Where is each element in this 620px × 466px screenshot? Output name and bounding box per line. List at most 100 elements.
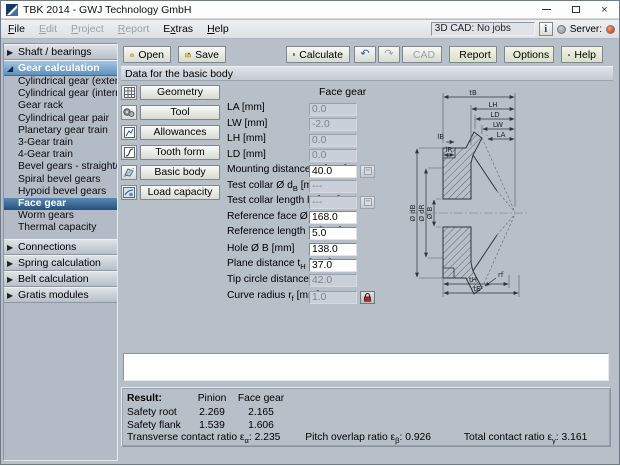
toolbar: Open Save Calculate ↶ ↷ CAD xyxy=(121,46,613,64)
sidebar-item-face-gear[interactable]: Face gear xyxy=(4,198,117,210)
nav-basic-body-button[interactable]: Basic body xyxy=(140,165,220,180)
sidebar-section-spring-calculation[interactable]: ▶Spring calculation xyxy=(4,255,117,271)
basic-body-icon xyxy=(121,165,137,180)
menu-edit: Edit xyxy=(32,21,64,37)
plane-distance-field[interactable] xyxy=(309,259,357,272)
hole-diameter-field[interactable] xyxy=(309,243,357,256)
calculate-button[interactable]: Calculate xyxy=(286,46,350,63)
sidebar-section-belt-calculation[interactable]: ▶Belt calculation xyxy=(4,271,117,287)
nav-tooth-form-button[interactable]: Tooth form xyxy=(140,145,220,160)
sidebar-item-gear-rack[interactable]: Gear rack xyxy=(4,100,117,112)
sidebar-item-spiral-bevel-gears[interactable]: Spiral bevel gears xyxy=(4,174,117,186)
redo-button: ↷ xyxy=(378,46,400,63)
field-row-la: LA [mm] xyxy=(227,102,357,116)
chevron-right-icon: ▶ xyxy=(7,256,13,271)
menu-help[interactable]: Help xyxy=(200,21,236,37)
redo-icon: ↷ xyxy=(384,49,393,60)
nav-tool-button[interactable]: Tool xyxy=(140,105,220,120)
nav-allowances-button[interactable]: Allowances xyxy=(140,125,220,140)
sidebar-item-planetary-gear-train[interactable]: Planetary gear train xyxy=(4,125,117,137)
field-row-tip-circle-distance: Tip circle distance tE [mm] xyxy=(227,274,357,288)
lh-field xyxy=(309,134,357,147)
mounting-distance-field[interactable] xyxy=(309,165,357,178)
sidebar-section-shaft-bearings[interactable]: ▶Shaft / bearings xyxy=(4,44,117,60)
test-collar-diameter-field xyxy=(309,180,357,193)
dim-label-d-b: Ø dB xyxy=(409,204,417,221)
cad-status-led xyxy=(557,25,566,34)
maximize-button[interactable] xyxy=(561,1,590,19)
undo-icon: ↶ xyxy=(360,49,369,60)
result-title: Result: xyxy=(127,393,189,404)
sidebar-item-cylindrical-gear-pair[interactable]: Cylindrical gear pair xyxy=(4,113,117,125)
server-status-led xyxy=(606,25,615,34)
close-button[interactable]: × xyxy=(590,1,619,19)
sidebar-item-4-gear-train[interactable]: 4-Gear train xyxy=(4,149,117,161)
field-row-ld: LD [mm] xyxy=(227,149,357,163)
tool-icon xyxy=(121,105,137,120)
help-button[interactable]: Help xyxy=(561,46,603,63)
sidebar-item-cylindrical-gear-external[interactable]: Cylindrical gear (external) xyxy=(4,76,117,88)
chevron-expanded-icon: ◢ xyxy=(7,61,13,76)
undo-button[interactable]: ↶ xyxy=(354,46,376,63)
options-button[interactable]: Options xyxy=(504,46,554,63)
title-bar: TBK 2014 - GWJ Technology GmbH × xyxy=(1,1,619,19)
info-button[interactable]: i xyxy=(539,22,553,36)
field-row-hole: Hole Ø B [mm] xyxy=(227,243,357,257)
module-sidebar: ▶Shaft / bearings ◢Gear calculation Cyli… xyxy=(3,43,118,461)
sidebar-section-gear-calculation[interactable]: ◢Gear calculation xyxy=(4,60,117,76)
lw-field xyxy=(309,118,357,131)
window-title: TBK 2014 - GWJ Technology GmbH xyxy=(23,4,191,16)
chevron-right-icon: ▶ xyxy=(7,45,13,60)
report-button[interactable]: Report xyxy=(449,46,497,63)
total-contact-ratio: Total contact ratio εγ: 3.161 xyxy=(464,432,587,445)
dim-label-lr: lR xyxy=(446,146,453,154)
sidebar-item-bevel-gears[interactable]: Bevel gears - straight/helical xyxy=(4,161,117,173)
reference-face-field[interactable] xyxy=(309,211,357,224)
menu-bar: File Edit Project Report Extras Help 3D … xyxy=(1,20,619,39)
menu-report: Report xyxy=(111,21,157,37)
save-button[interactable]: Save xyxy=(178,46,226,63)
dim-label-ld: LD xyxy=(490,111,499,119)
field-row-lh: LH [mm] xyxy=(227,133,357,147)
result-panel: Result: Pinion Face gear Safety root 2.2… xyxy=(121,387,611,447)
contact-ratio-line: Transverse contact ratio εα: 2.235 Pitch… xyxy=(127,432,587,445)
dim-label-lh: LH xyxy=(488,101,497,109)
menu-file[interactable]: File xyxy=(1,21,32,37)
app-logo-icon xyxy=(6,4,18,16)
curve-radius-lock-button[interactable] xyxy=(360,291,375,304)
load-capacity-icon xyxy=(121,185,137,200)
field-row-mounting-distance: Mounting distance tB [mm] xyxy=(227,164,375,178)
column-header-face-gear: Face gear xyxy=(319,86,366,98)
sidebar-item-worm-gears[interactable]: Worm gears xyxy=(4,210,117,222)
sidebar-item-cylindrical-gear-internal[interactable]: Cylindrical gear (internal) xyxy=(4,88,117,100)
minimize-button[interactable] xyxy=(532,1,561,19)
sidebar-section-connections[interactable]: ▶Connections xyxy=(4,239,117,255)
open-button[interactable]: Open xyxy=(123,46,171,63)
app-window: TBK 2014 - GWJ Technology GmbH × File Ed… xyxy=(0,0,620,465)
cad-button: CAD xyxy=(402,46,442,63)
ld-field xyxy=(309,149,357,162)
reference-length-field[interactable] xyxy=(309,227,357,240)
dim-label-rf: rf xyxy=(498,271,504,279)
sidebar-item-hypoid-bevel-gears[interactable]: Hypoid bevel gears xyxy=(4,186,117,198)
sidebar-item-thermal-capacity[interactable]: Thermal capacity xyxy=(4,222,117,234)
field-row-reference-face: Reference face Ø dR [mm] xyxy=(227,211,357,225)
dim-label-b: Ø B xyxy=(426,207,434,220)
tip-circle-distance-field xyxy=(309,274,357,287)
content-area: Open Save Calculate ↶ ↷ CAD xyxy=(121,39,613,466)
field-row-test-collar-length: Test collar length lB [mm] xyxy=(227,195,375,209)
sidebar-item-3-gear-train[interactable]: 3-Gear train xyxy=(4,137,117,149)
menu-project: Project xyxy=(64,21,111,37)
la-field xyxy=(309,103,357,116)
dim-label-th: tH xyxy=(469,276,477,284)
sidebar-section-gratis-modules[interactable]: ▶Gratis modules xyxy=(4,287,117,303)
result-row-safety-flank: Safety flank 1.539 1.606 xyxy=(127,420,287,431)
open-folder-icon xyxy=(130,50,134,60)
result-row-safety-root: Safety root 2.269 2.165 xyxy=(127,407,287,418)
transverse-contact-ratio: Transverse contact ratio εα: 2.235 xyxy=(127,432,280,445)
menu-extras[interactable]: Extras xyxy=(156,21,200,37)
nav-load-capacity-button[interactable]: Load capacity xyxy=(140,185,220,200)
save-folder-icon xyxy=(185,50,191,60)
chevron-right-icon: ▶ xyxy=(7,288,13,303)
nav-geometry-button[interactable]: Geometry xyxy=(140,85,220,100)
